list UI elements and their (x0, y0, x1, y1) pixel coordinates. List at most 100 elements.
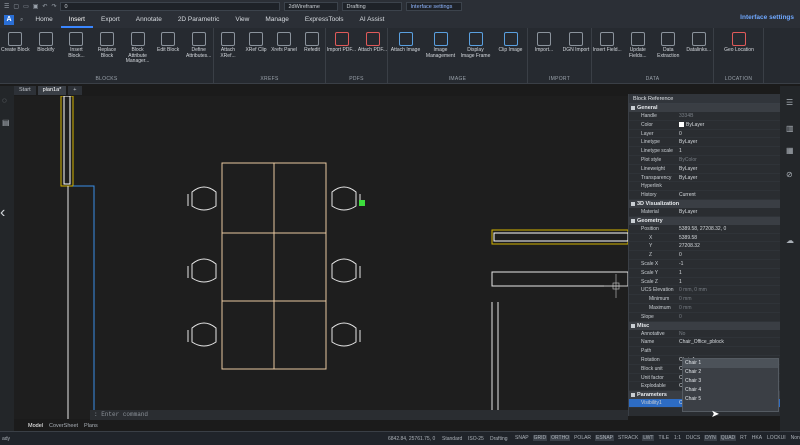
property-value[interactable]: 0 mm (679, 295, 780, 303)
blocks-button-define-attributes[interactable]: Define Attributes... (184, 32, 214, 59)
blocks-icon[interactable]: ▦ (786, 146, 794, 155)
menu-icon[interactable]: ☰ (4, 3, 9, 10)
property-row[interactable]: Hyperlink (629, 182, 780, 192)
command-line[interactable]: : Enter command (90, 410, 628, 420)
tab-2d-parametric[interactable]: 2D Parametric (170, 12, 228, 28)
blocks-button-create-block[interactable]: Create Block (0, 32, 30, 54)
doc-tab-start[interactable]: Start (14, 86, 36, 95)
import-button-dgn-import[interactable]: DGN Import (561, 32, 591, 54)
property-value[interactable] (679, 347, 780, 355)
tab-export[interactable]: Export (93, 12, 128, 28)
property-row[interactable]: Linetype scale 1 (629, 147, 780, 156)
property-value[interactable]: No (679, 330, 780, 338)
status-toggle-esnap[interactable]: ESNAP (595, 435, 614, 441)
property-row[interactable]: Y 27208.32 (629, 242, 780, 252)
status-toggle-rt[interactable]: RT (739, 435, 748, 441)
property-row[interactable]: Path (629, 347, 780, 356)
section-general[interactable]: General (629, 104, 780, 112)
app-menu-button[interactable]: A (4, 15, 14, 25)
visibility-option[interactable]: Chair 3 (683, 377, 778, 386)
import-button-import[interactable]: Import... (529, 32, 559, 54)
property-value[interactable]: -1 (679, 260, 780, 268)
properties-header[interactable]: Block Reference (629, 94, 780, 104)
lightbulb-icon[interactable]: ◌ (2, 96, 7, 105)
status-standard[interactable]: Standard (442, 436, 462, 442)
new-icon[interactable]: ▢ (13, 3, 19, 10)
status-toggle-snap[interactable]: SNAP (514, 435, 530, 441)
property-row[interactable]: History Current (629, 191, 780, 200)
property-row[interactable]: Plot style ByColor (629, 156, 780, 165)
blocks-button-edit-block[interactable]: Edit Block (153, 32, 183, 54)
property-row[interactable]: Transparency ByLayer (629, 174, 780, 183)
property-row[interactable]: Scale X -1 (629, 260, 780, 269)
property-value[interactable] (679, 182, 780, 190)
property-value[interactable]: 5389.58, 27208.32, 0 (679, 225, 780, 233)
status-toggle-hka[interactable]: HKA (751, 435, 763, 441)
status-workspace[interactable]: Drafting (490, 436, 508, 442)
blocks-button-blockify[interactable]: Blockify (31, 32, 61, 54)
save-icon[interactable]: ▣ (33, 3, 39, 10)
property-value[interactable]: 1 (679, 278, 780, 286)
image-button-attach-image[interactable]: Attach Image (391, 32, 421, 54)
doc-tab-plan[interactable]: plan1a* (37, 86, 67, 95)
property-row[interactable]: Name Chair_Office_pblock (629, 338, 780, 348)
property-value[interactable]: 3334B (679, 112, 780, 120)
visibility-option[interactable]: Chair 5 (683, 395, 778, 404)
property-value[interactable]: 0 (679, 251, 780, 259)
property-row[interactable]: Minimum 0 mm (629, 295, 780, 304)
status-toggle-lwt[interactable]: LWT (642, 435, 655, 441)
section-misc[interactable]: Misc (629, 321, 780, 330)
property-value[interactable]: ByLayer (679, 174, 780, 182)
workspace-dropdown[interactable]: Drafting (342, 1, 403, 11)
blocks-button-block-attribute-manager[interactable]: Block Attribute Manager... (123, 32, 153, 65)
status-toggle-ducs[interactable]: DUCS (685, 435, 701, 441)
property-value[interactable]: 0 (679, 313, 780, 321)
property-value[interactable]: 1 (679, 147, 780, 155)
property-row[interactable]: Z0 (629, 251, 780, 260)
tab-annotate[interactable]: Annotate (128, 12, 170, 28)
section-geometry[interactable]: Geometry (629, 216, 780, 225)
undo-icon[interactable]: ↶ (42, 3, 47, 10)
status-toggle-quad[interactable]: QUAD (719, 435, 737, 441)
drawing-canvas[interactable] (14, 95, 629, 419)
visual-style-dropdown[interactable]: 2dWireframe (284, 1, 339, 11)
visibility-option[interactable]: Chair 4 (683, 386, 778, 395)
property-value[interactable]: ByColor (679, 156, 780, 164)
property-row[interactable]: Scale Z 1 (629, 278, 780, 287)
property-row[interactable]: Material ByLayer (629, 208, 780, 217)
tab-ai-assist[interactable]: AI Assist (352, 12, 393, 28)
settings-sliders-icon[interactable]: ☰ (786, 98, 793, 107)
property-row[interactable]: Scale Y 1 (629, 269, 780, 278)
chairs-left[interactable] (187, 186, 217, 347)
property-value[interactable]: 0 (679, 130, 780, 138)
data-button-insert-field[interactable]: Insert Field... (592, 32, 622, 54)
tab-home[interactable]: Home (27, 12, 60, 28)
property-row[interactable]: Handle 3334B (629, 112, 780, 121)
property-value[interactable]: 5389.58 (679, 234, 780, 242)
property-row[interactable]: Color ByLayer (629, 121, 780, 130)
search-box[interactable]: Interface settings (406, 1, 463, 11)
property-row[interactable]: X 5389.58 (629, 234, 780, 243)
search-icon[interactable]: ⌕ (20, 17, 23, 24)
data-button-update-fields[interactable]: Update Fields... (623, 32, 653, 59)
xrefs-button-xref-clip[interactable]: XRef Clip (241, 32, 271, 54)
location-button-geo-location[interactable]: Geo Location (724, 32, 754, 54)
status-toggle-ortho[interactable]: ORTHO (550, 435, 571, 441)
property-value[interactable]: Current (679, 191, 780, 199)
property-value[interactable]: ByLayer (679, 121, 780, 129)
status-toggle-1-1[interactable]: 1:1 (673, 435, 682, 441)
status-toggle-tile[interactable]: TILE (657, 435, 670, 441)
status-toggle-polar[interactable]: POLAR (573, 435, 592, 441)
interface-settings-link[interactable]: Interface settings (740, 14, 794, 21)
tab-manage[interactable]: Manage (257, 12, 297, 28)
data-button-datalinks[interactable]: Datalinks... (684, 32, 714, 54)
property-value[interactable]: 0 mm, 0 mm (679, 286, 780, 294)
property-value[interactable]: 1 (679, 269, 780, 277)
property-value[interactable]: ByLayer (679, 208, 780, 216)
xrefs-button-attach-xref[interactable]: Attach XRef... (213, 32, 243, 59)
status-scale[interactable]: ISO-25 (468, 436, 484, 442)
status-toggle-none[interactable]: None (790, 435, 800, 441)
property-value[interactable]: ByLayer (679, 138, 780, 146)
properties-icon[interactable]: ▥ (786, 124, 794, 133)
pdfs-button-attach-pdf[interactable]: Attach PDF... (358, 32, 388, 54)
